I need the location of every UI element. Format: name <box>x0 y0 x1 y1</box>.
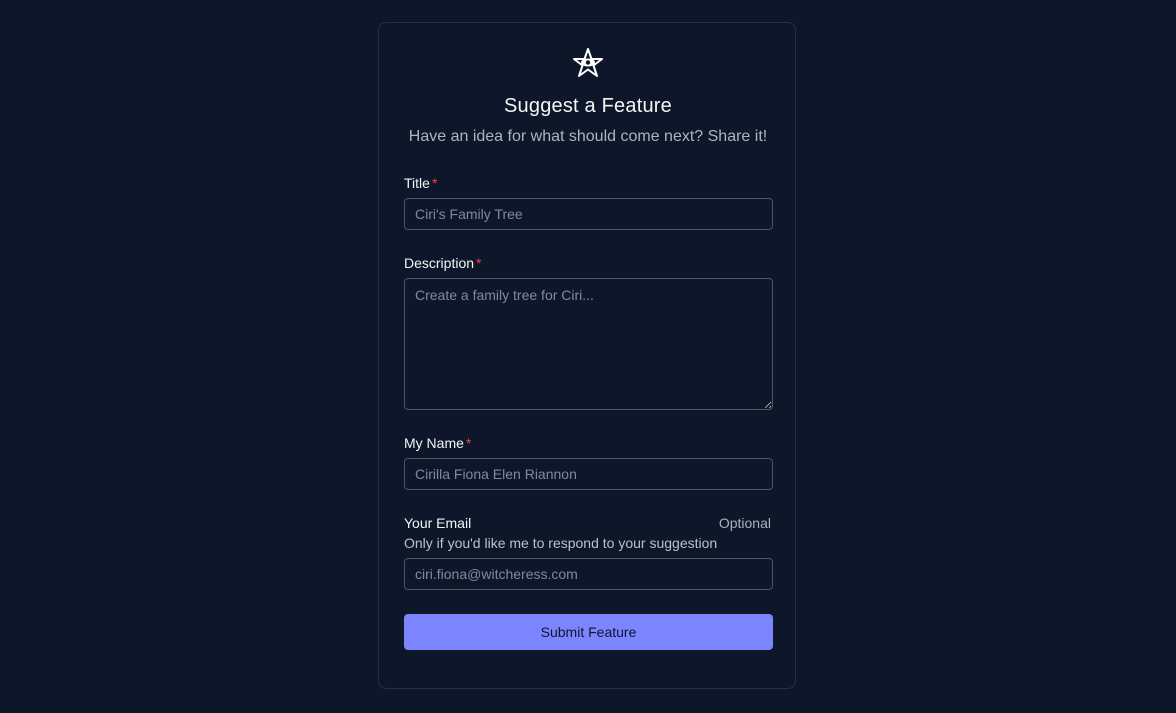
required-marker: * <box>431 175 438 191</box>
optional-tag: Optional <box>718 515 771 531</box>
description-label: Description * <box>404 255 481 271</box>
page-subtitle: Have an idea for what should come next? … <box>408 128 768 145</box>
email-label: Your Email <box>404 515 472 531</box>
title-label-text: Title <box>404 175 430 191</box>
name-label: My Name * <box>404 435 471 451</box>
title-label: Title * <box>404 175 437 191</box>
email-input[interactable] <box>404 558 773 590</box>
email-hint: Only if you'd like me to respond to your… <box>404 535 718 551</box>
submit-feature-button[interactable]: Submit Feature <box>404 614 773 650</box>
feature-form-card: Suggest a Feature Have an idea for what … <box>378 22 796 689</box>
required-marker: * <box>465 435 472 451</box>
description-label-text: Description <box>404 255 475 271</box>
required-marker: * <box>476 255 482 271</box>
name-input[interactable] <box>404 458 773 490</box>
name-label-text: My Name <box>404 435 464 451</box>
title-input[interactable] <box>404 198 773 230</box>
description-textarea[interactable] <box>404 278 773 410</box>
page-title: Suggest a Feature <box>504 95 672 117</box>
witcher-star-logo-icon <box>573 48 603 77</box>
